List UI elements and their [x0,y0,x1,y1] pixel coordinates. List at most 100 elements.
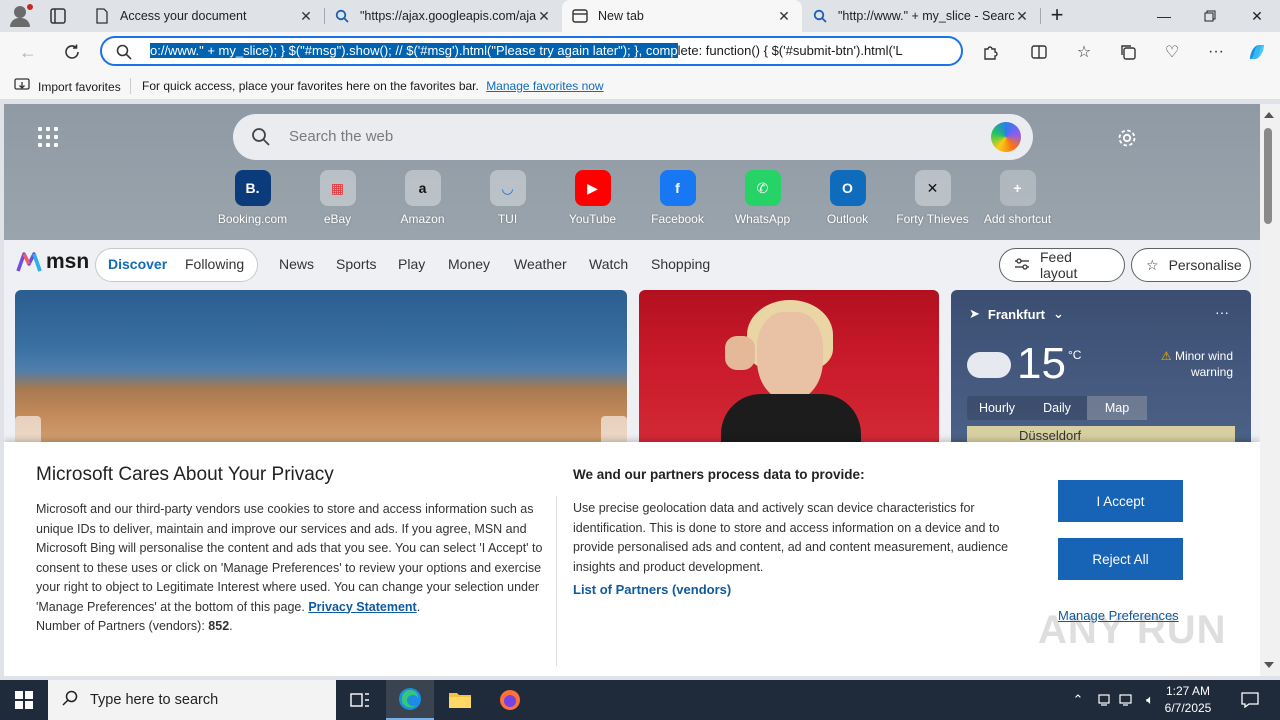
tab-title: "https://ajax.googleapis.com/aja [360,9,536,23]
list-of-partners-link[interactable]: List of Partners (vendors) [573,582,731,597]
scroll-down-icon[interactable] [1264,662,1274,668]
close-tab-icon[interactable]: ✕ [536,8,552,24]
shortcut-outlook[interactable]: O Outlook [805,170,890,230]
notifications-icon[interactable] [1230,680,1270,720]
favorites-star-icon[interactable]: ☆ [1073,41,1095,63]
copilot-icon[interactable] [1246,41,1268,63]
new-tab-plus-icon[interactable]: + [1046,4,1068,27]
personalise-button[interactable]: ☆ Personalise [1131,248,1251,282]
nav-watch[interactable]: Watch [589,256,628,272]
back-arrow-icon[interactable]: ← [16,40,40,64]
device-icon[interactable] [1094,680,1114,720]
news-card-city-photo[interactable] [15,290,627,450]
import-favorites-label: Import favorites [38,79,121,94]
weather-location[interactable]: ➤ Frankfurt ⌄ [969,306,1064,322]
reject-all-button[interactable]: Reject All [1058,538,1183,580]
settings-gear-icon[interactable] [1116,127,1138,149]
scrollbar-thumb[interactable] [1264,128,1272,224]
weather-tab-hourly[interactable]: Hourly [967,396,1027,420]
copilot-icon[interactable] [991,122,1021,152]
close-tab-icon[interactable]: ✕ [1014,8,1030,24]
profile-avatar-icon[interactable] [8,4,34,28]
network-icon[interactable] [1116,680,1138,720]
browser-essentials-icon[interactable]: ♡ [1161,41,1183,63]
accept-button[interactable]: I Accept [1058,480,1183,522]
tab-new-tab[interactable]: New tab ✕ [562,0,802,32]
firefox-icon[interactable] [486,680,534,720]
nav-play[interactable]: Play [398,256,425,272]
taskbar-search-box[interactable]: Type here to search [48,680,336,720]
feed-layout-button[interactable]: Feed layout [999,248,1125,282]
windows-start-icon[interactable] [0,680,48,720]
apps-grid-icon[interactable] [38,127,58,147]
task-view-icon[interactable] [336,680,384,720]
weather-tabs: Hourly Daily Map [967,396,1147,420]
web-search-box[interactable]: Search the web [233,114,1033,160]
wind-warning[interactable]: ⚠ Minor wind warning [1139,348,1233,380]
nav-shopping[interactable]: Shopping [651,256,710,272]
chevron-up-icon[interactable]: ⌃ [1068,680,1088,720]
nav-news[interactable]: News [279,256,314,272]
shortcut-whatsapp[interactable]: ✆ WhatsApp [720,170,805,230]
import-favorites-button[interactable]: Import favorites [14,78,121,95]
partners-count-label: Number of Partners (vendors): [36,619,205,633]
edge-taskbar-icon[interactable] [386,680,434,720]
shortcut-label: Forty Thieves [896,212,969,226]
tab-ajax-search[interactable]: "https://ajax.googleapis.com/aja ✕ [324,0,562,32]
split-screen-icon[interactable] [1028,41,1050,63]
weather-card[interactable]: ➤ Frankfurt ⌄ ··· 15 °C ⚠ Minor wind war… [951,290,1251,450]
more-options-icon[interactable]: ··· [1215,304,1229,320]
vertical-scrollbar[interactable] [1260,104,1280,676]
taskbar-clock[interactable]: 1:27 AM 6/7/2025 [1160,683,1216,717]
nav-discover[interactable]: Discover [108,256,167,272]
browser-toolbar: ← o://www." + my_slice); } $("#msg").sho… [0,32,1280,72]
address-selected-text: o://www." + my_slice); } $("#msg").show(… [150,43,678,58]
privacy-statement-link[interactable]: Privacy Statement [308,600,416,614]
chevron-down-icon: ⌄ [1052,306,1064,321]
shortcut-tui[interactable]: ◡ TUI [465,170,550,230]
msn-butterfly-icon [16,251,42,273]
close-tab-icon[interactable]: ✕ [298,8,314,24]
restore-icon[interactable] [1187,0,1233,32]
wind-warning-text: Minor wind warning [1174,349,1233,379]
manage-preferences-link[interactable]: Manage Preferences [1058,608,1179,623]
close-window-icon[interactable]: ✕ [1234,0,1280,32]
collections-icon[interactable] [1117,41,1139,63]
news-card-speaker-photo[interactable] [639,290,939,450]
tab-title: "http://www." + my_slice - Searc [838,9,1014,23]
file-explorer-icon[interactable] [436,680,484,720]
address-text[interactable]: o://www." + my_slice); } $("#msg").show(… [150,43,903,58]
tab-myslice-search[interactable]: "http://www." + my_slice - Searc ✕ [802,0,1040,32]
nav-sports[interactable]: Sports [336,256,376,272]
extensions-icon[interactable] [980,41,1002,63]
msn-logo[interactable]: msn [16,250,89,274]
shortcut-label: Facebook [651,212,704,226]
manage-favorites-link[interactable]: Manage favorites now [486,79,603,93]
consent-body: Microsoft and our third-party vendors us… [36,502,543,633]
shortcut-booking-com[interactable]: B. Booking.com [210,170,295,230]
refresh-icon[interactable] [60,40,84,64]
weather-temperature: 15 [1017,339,1066,388]
search-icon [812,8,828,24]
shortcut-add-shortcut[interactable]: + Add shortcut [975,170,1060,230]
nav-weather[interactable]: Weather [514,256,567,272]
weather-tab-daily[interactable]: Daily [1027,396,1087,420]
shortcut-ebay[interactable]: ▦ eBay [295,170,380,230]
minimize-icon[interactable]: — [1141,0,1187,32]
tab-actions-icon[interactable] [48,6,68,26]
nav-money[interactable]: Money [448,256,490,272]
close-tab-icon[interactable]: ✕ [776,8,792,24]
shortcut-facebook[interactable]: f Facebook [635,170,720,230]
address-bar[interactable]: o://www." + my_slice); } $("#msg").show(… [100,36,963,66]
scroll-up-icon[interactable] [1264,112,1274,118]
nav-following[interactable]: Following [185,256,244,272]
shortcut-amazon[interactable]: a Amazon [380,170,465,230]
clock-time: 1:27 AM [1165,684,1211,698]
warning-icon: ⚠ [1160,349,1172,363]
shortcut-youtube[interactable]: ▶ YouTube [550,170,635,230]
weather-tab-map[interactable]: Map [1087,396,1147,420]
volume-icon[interactable]: 🔈︎ [1140,680,1160,720]
more-menu-icon[interactable]: ··· [1205,41,1227,63]
shortcut-forty-thieves[interactable]: ✕ Forty Thieves [890,170,975,230]
tab-access-document[interactable]: Access your document ✕ [84,0,324,32]
